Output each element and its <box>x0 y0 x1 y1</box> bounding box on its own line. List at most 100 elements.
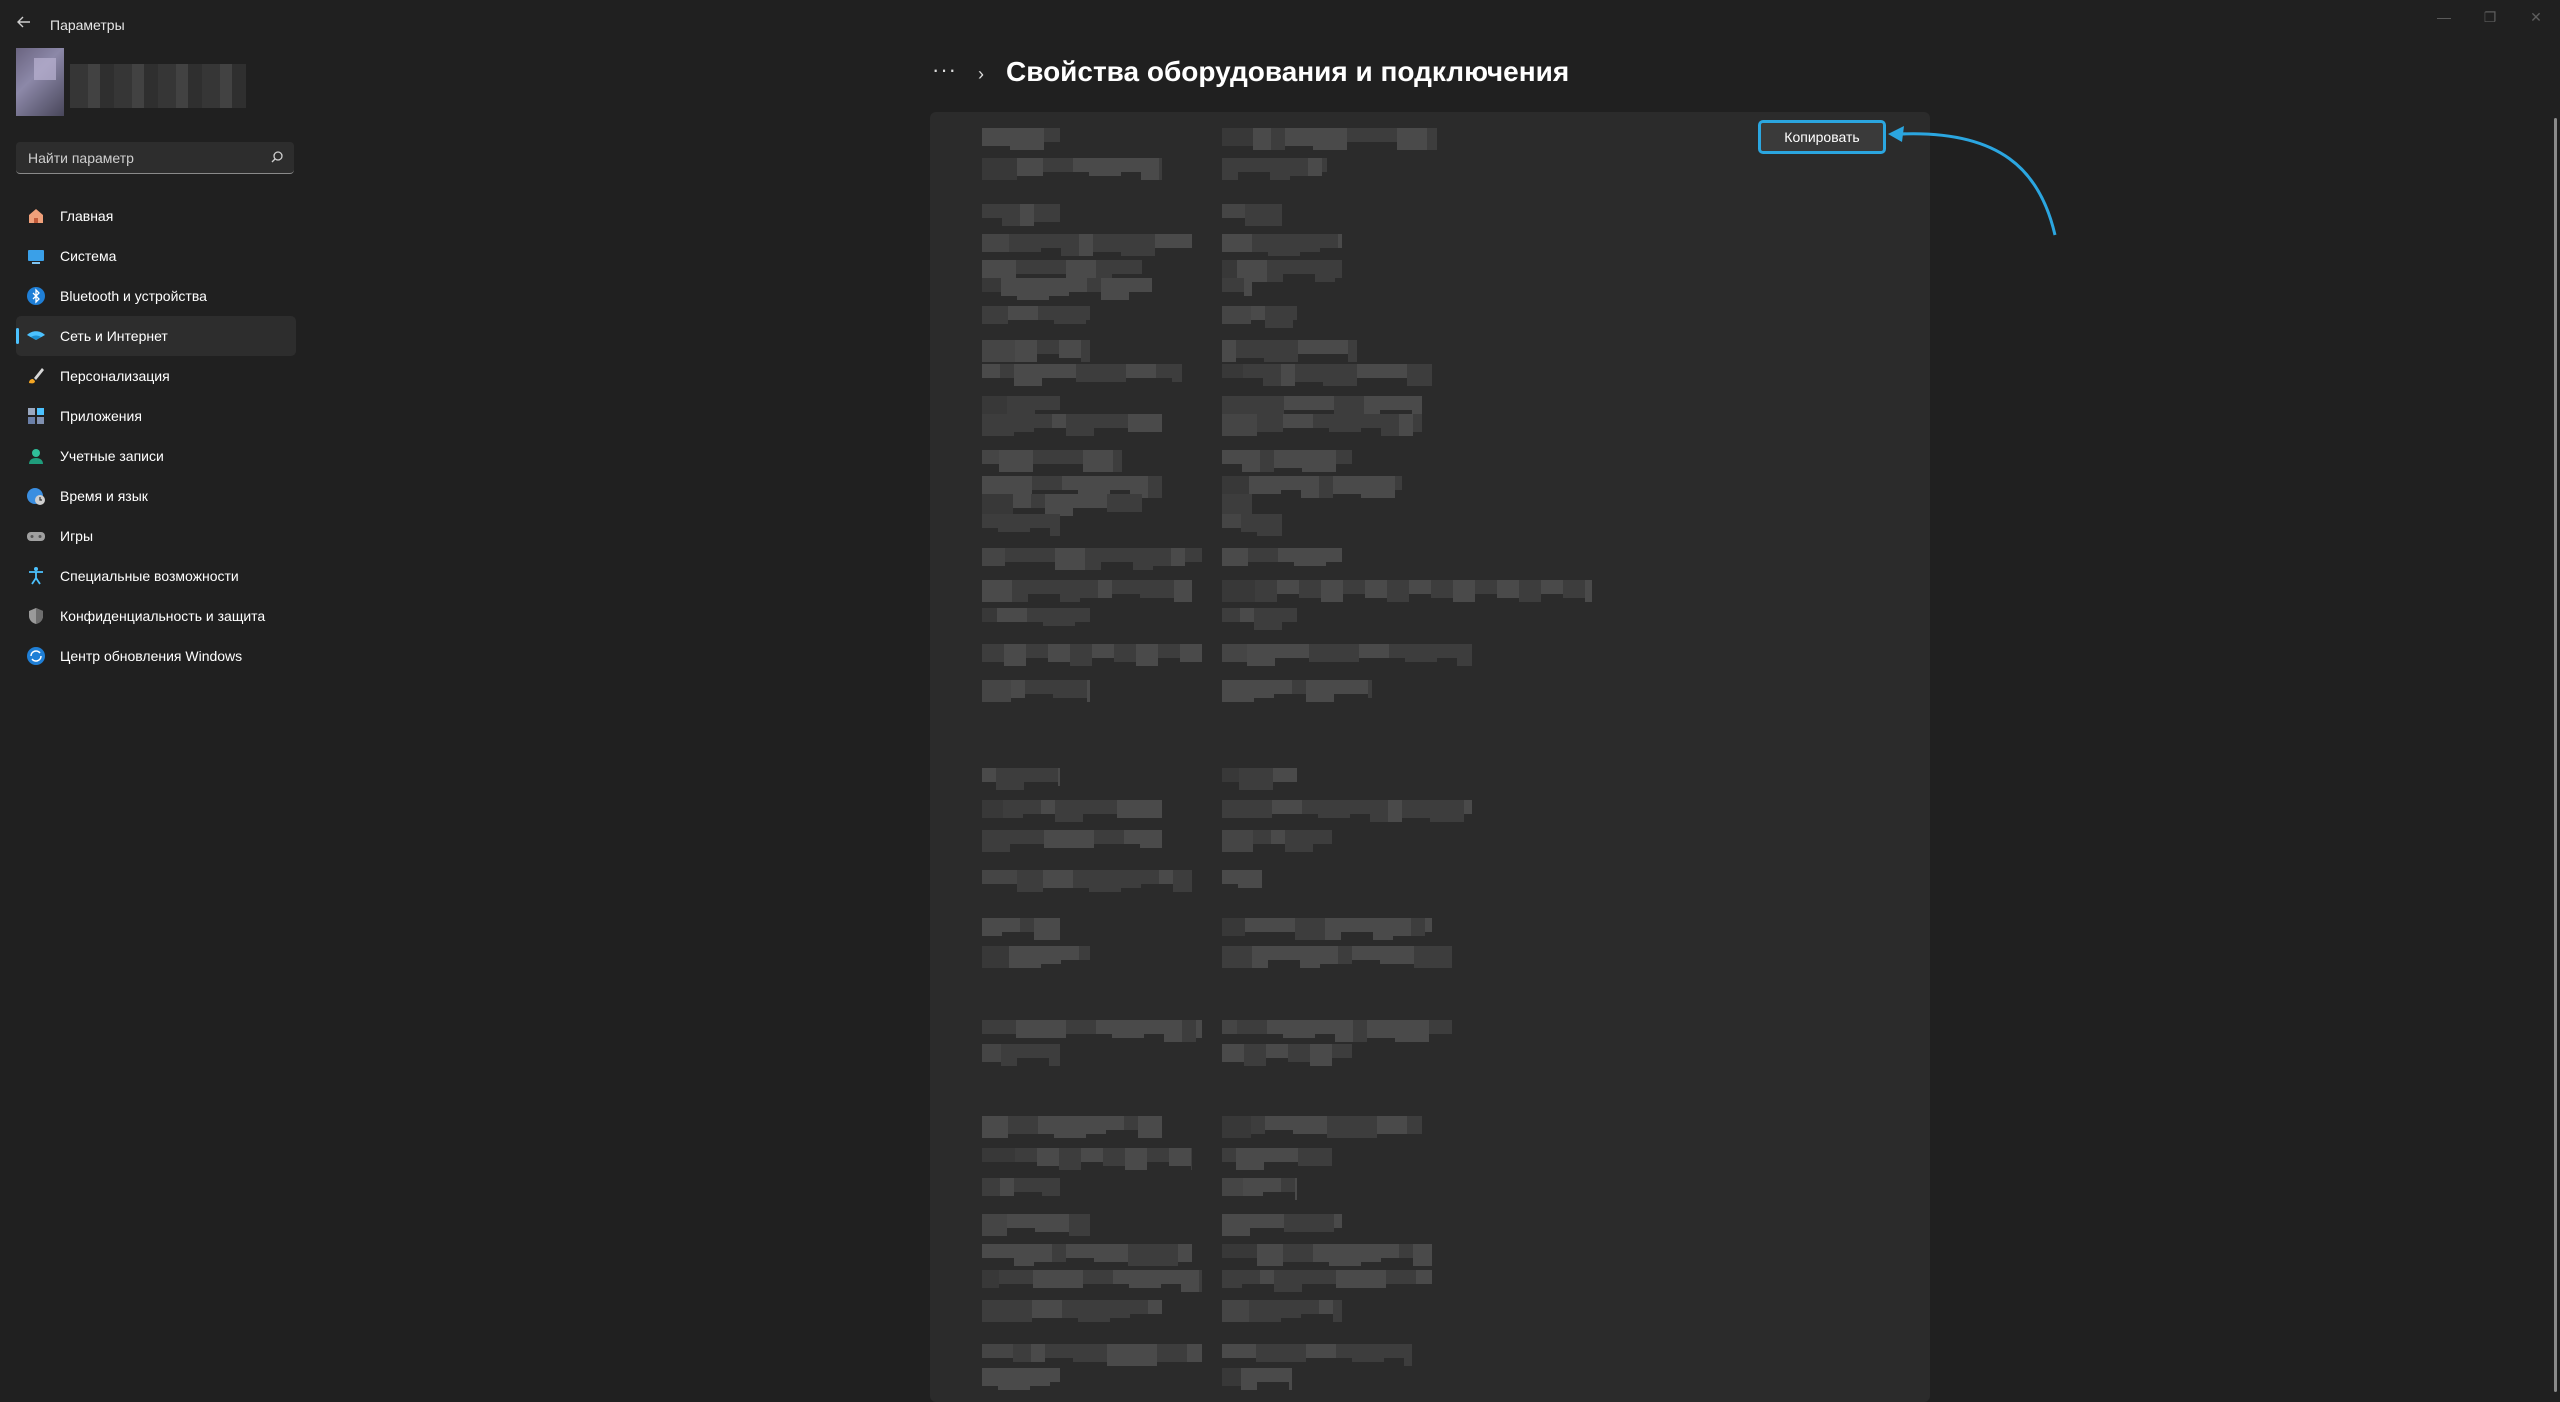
redacted-text-block <box>1040 260 1066 274</box>
redacted-text-block <box>1107 1344 1131 1366</box>
sidebar-item-bluetooth[interactable]: Bluetooth и устройства <box>16 276 296 316</box>
redacted-text-block <box>1087 278 1101 292</box>
redacted-text-block <box>1222 234 1252 252</box>
redacted-text-block <box>1222 1368 1241 1386</box>
redacted-text-block <box>1079 946 1090 960</box>
redacted-text-block <box>1049 278 1069 296</box>
sidebar-item-network[interactable]: Сеть и Интернет <box>16 316 296 356</box>
sidebar-item-personalization[interactable]: Персонализация <box>16 356 296 396</box>
sidebar-item-apps[interactable]: Приложения <box>16 396 296 436</box>
search-icon[interactable] <box>270 150 284 164</box>
redacted-text-block <box>1141 158 1159 180</box>
redacted-text-block <box>1437 644 1457 658</box>
redacted-text-block <box>1332 1044 1352 1058</box>
redacted-text-block <box>1126 364 1156 378</box>
redacted-text-block <box>1107 494 1131 512</box>
redacted-text-block <box>1112 260 1142 274</box>
sidebar-item-label: Специальные возможности <box>60 568 239 584</box>
sidebar-item-label: Система <box>60 248 117 264</box>
redacted-text-block <box>982 1148 1015 1162</box>
sidebar-item-windows-update[interactable]: Центр обновления Windows <box>16 636 296 676</box>
sidebar-item-time-language[interactable]: Время и язык <box>16 476 296 516</box>
redacted-text-block <box>1298 340 1322 354</box>
redacted-text-block <box>1333 644 1359 662</box>
avatar[interactable] <box>16 48 64 116</box>
sidebar-item-system[interactable]: Система <box>16 236 296 276</box>
redacted-text-block <box>1277 580 1299 594</box>
redacted-text-block <box>1282 608 1297 622</box>
scrollbar[interactable] <box>2554 118 2557 1392</box>
redacted-text-block <box>1014 364 1042 386</box>
redacted-text-block <box>1009 234 1041 252</box>
redacted-text-block <box>1265 306 1293 328</box>
redacted-text-block <box>1249 1300 1281 1322</box>
sidebar-item-label: Персонализация <box>60 368 170 384</box>
redacted-text-block <box>1016 260 1040 274</box>
minimize-button[interactable]: — <box>2426 6 2462 28</box>
redacted-text-block <box>1092 644 1114 658</box>
redacted-text-block <box>1087 680 1090 702</box>
redacted-text-block <box>999 450 1033 472</box>
search-input[interactable] <box>26 142 270 174</box>
redacted-text-block <box>1256 1344 1280 1362</box>
redacted-text-block <box>1050 1368 1060 1382</box>
redacted-text-block <box>1034 918 1060 940</box>
redacted-text-block <box>1245 204 1269 226</box>
redacted-text-block <box>1409 580 1431 594</box>
redacted-text-block <box>982 548 1005 566</box>
redacted-text-block <box>982 414 1014 436</box>
redacted-text-block <box>1290 158 1308 176</box>
redacted-text-block <box>982 278 1001 292</box>
redacted-text-block <box>1083 450 1113 472</box>
redacted-text-block <box>1351 1116 1377 1138</box>
redacted-text-block <box>1350 800 1370 814</box>
redacted-text-block <box>1244 278 1252 296</box>
sidebar-item-accessibility[interactable]: Специальные возможности <box>16 556 296 596</box>
sidebar-item-label: Главная <box>60 208 114 224</box>
copy-button[interactable]: Копировать <box>1758 120 1886 154</box>
close-button[interactable]: ✕ <box>2518 6 2554 28</box>
redacted-text-block <box>1266 1044 1288 1058</box>
redacted-text-block <box>1027 608 1043 622</box>
sidebar-item-privacy[interactable]: Конфиденциальность и защита <box>16 596 296 636</box>
redacted-text-block <box>982 204 1002 218</box>
redacted-text-block <box>1222 800 1246 818</box>
redacted-text-block <box>1003 800 1023 818</box>
redacted-text-block <box>1069 278 1087 292</box>
redacted-text-block <box>1080 580 1098 598</box>
update-icon <box>26 646 46 666</box>
redacted-text-block <box>1240 608 1254 622</box>
redacted-text-block <box>1174 580 1192 602</box>
maximize-button[interactable]: ❐ <box>2472 6 2508 28</box>
breadcrumb-more-button[interactable]: ··· <box>932 59 962 86</box>
redacted-text-block <box>1025 680 1053 694</box>
sidebar-item-home[interactable]: Главная <box>16 196 296 236</box>
brush-icon <box>26 366 46 386</box>
redacted-text-block <box>1159 870 1173 884</box>
redacted-text-block <box>982 128 1010 146</box>
redacted-text-block <box>1086 1116 1106 1134</box>
redacted-text-block <box>1267 260 1283 282</box>
redacted-text-block <box>1257 414 1283 432</box>
redacted-text-block <box>1464 800 1472 814</box>
redacted-text-block <box>1236 340 1264 358</box>
redacted-text-block <box>1368 680 1372 698</box>
redacted-text-block <box>1361 476 1395 498</box>
back-arrow-icon[interactable] <box>12 12 36 36</box>
redacted-text-block <box>1164 1020 1182 1042</box>
profile-name-blurred <box>70 64 246 108</box>
redacted-text-block <box>1012 580 1028 602</box>
redacted-text-block <box>982 494 1013 516</box>
redacted-text-block <box>1147 1148 1169 1162</box>
redacted-text-block <box>982 580 1012 602</box>
redacted-text-block <box>1141 870 1159 884</box>
sidebar-item-gaming[interactable]: Игры <box>16 516 296 556</box>
redacted-text-block <box>1222 514 1241 528</box>
redacted-text-block <box>1329 414 1361 432</box>
redacted-text-block <box>1140 830 1162 848</box>
redacted-text-block <box>1313 830 1332 844</box>
search-box[interactable] <box>16 142 294 174</box>
redacted-text-block <box>1334 1214 1342 1228</box>
sidebar-item-accounts[interactable]: Учетные записи <box>16 436 296 476</box>
redacted-text-block <box>1274 680 1292 694</box>
